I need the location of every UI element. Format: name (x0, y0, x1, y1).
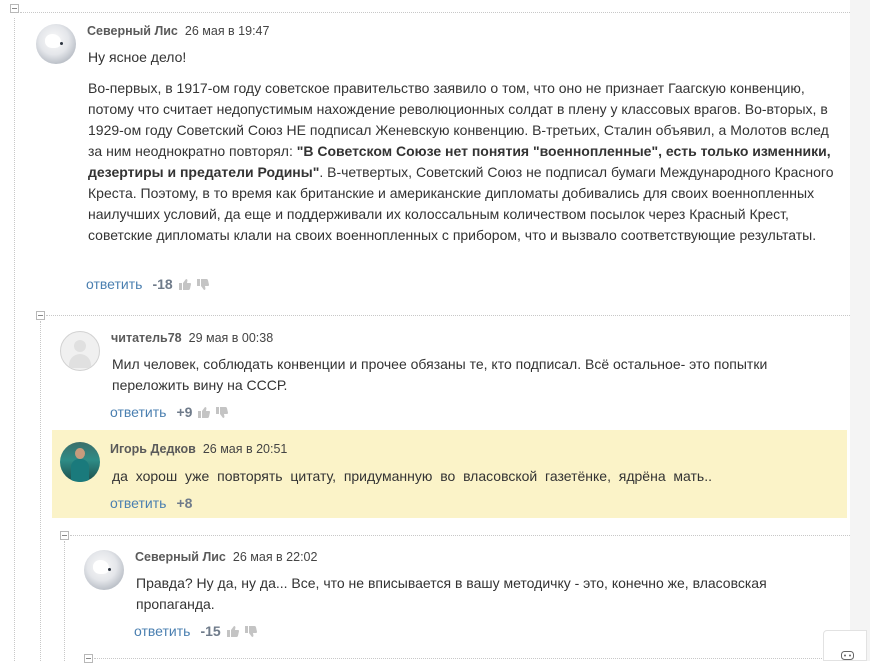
comment-score: +8 (176, 495, 193, 511)
comment-author[interactable]: Северный Лис (87, 24, 178, 38)
comment-header: Северный Лис 26 мая в 19:47 (87, 24, 269, 38)
comment-text: Во-первых, в 1917-ом году советское прав… (88, 78, 840, 246)
collapse-icon[interactable] (10, 4, 19, 13)
thumb-down-icon[interactable] (216, 406, 229, 418)
thumb-down-icon[interactable] (196, 278, 209, 290)
comment-actions: ответить -15 (134, 623, 257, 639)
collapse-icon[interactable] (36, 311, 45, 320)
comment-actions: ответить +8 (110, 495, 192, 511)
thread-line (70, 535, 850, 536)
thread-line (20, 12, 850, 13)
comment-body: Мил человек, соблюдать конвенции и проче… (112, 354, 812, 406)
chat-icon (841, 649, 854, 667)
thread-line (46, 315, 850, 316)
reply-link[interactable]: ответить (86, 276, 142, 292)
thumb-down-icon[interactable] (244, 625, 257, 637)
comment-header: читатель78 29 мая в 00:38 (111, 331, 273, 345)
comment-text: Мил человек, соблюдать конвенции и проче… (112, 356, 768, 393)
comment-date[interactable]: 26 мая в 22:02 (233, 550, 318, 564)
avatar[interactable] (36, 24, 76, 64)
right-gutter (850, 0, 870, 661)
avatar[interactable] (60, 442, 100, 482)
comment-highlighted: Игорь Дедков 26 мая в 20:51 да хорош уже … (52, 430, 847, 518)
comment-actions: ответить +9 (110, 404, 229, 420)
thumb-up-icon[interactable] (198, 406, 211, 418)
comment-author[interactable]: Северный Лис (135, 550, 226, 564)
thumb-up-icon[interactable] (226, 625, 239, 637)
comment-header: Северный Лис 26 мая в 22:02 (135, 550, 317, 564)
chat-button[interactable] (823, 630, 867, 661)
comment-author[interactable]: Игорь Дедков (110, 442, 196, 456)
comment-score: -18 (152, 276, 173, 292)
thumb-up-icon[interactable] (178, 278, 191, 290)
avatar[interactable] (60, 331, 100, 371)
collapse-icon[interactable] (84, 654, 93, 663)
thread-line (94, 658, 850, 659)
comment-text: да хорош уже повторять цитату, придуманн… (112, 468, 712, 484)
thread-line (14, 18, 15, 661)
comment-text: Ну ясное дело! (88, 49, 187, 65)
comment-text: Правда? Ну да, ну да... Все, что не впис… (136, 575, 767, 612)
comments-page: Северный Лис 26 мая в 19:47 Ну ясное дело… (0, 0, 850, 663)
comment-date[interactable]: 26 мая в 19:47 (185, 24, 270, 38)
reply-link[interactable]: ответить (110, 404, 166, 420)
thread-line (64, 541, 65, 661)
comment-actions: ответить -18 (86, 276, 209, 292)
comment-score: +9 (176, 404, 193, 420)
reply-link[interactable]: ответить (134, 623, 190, 639)
comment-date[interactable]: 29 мая в 00:38 (189, 331, 274, 345)
comment-author[interactable]: читатель78 (111, 331, 182, 345)
avatar[interactable] (84, 550, 124, 590)
comment-score: -15 (200, 623, 221, 639)
comment-body: да хорош уже повторять цитату, придуманн… (112, 466, 712, 487)
thread-line (40, 321, 41, 661)
comment-body: Правда? Ну да, ну да... Все, что не впис… (136, 573, 836, 625)
reply-link[interactable]: ответить (110, 495, 166, 511)
collapse-icon[interactable] (60, 531, 69, 540)
comment-date[interactable]: 26 мая в 20:51 (203, 442, 288, 456)
comment-body: Ну ясное дело! Во-первых, в 1917-ом году… (88, 47, 840, 256)
comment-header: Игорь Дедков 26 мая в 20:51 (110, 442, 287, 456)
